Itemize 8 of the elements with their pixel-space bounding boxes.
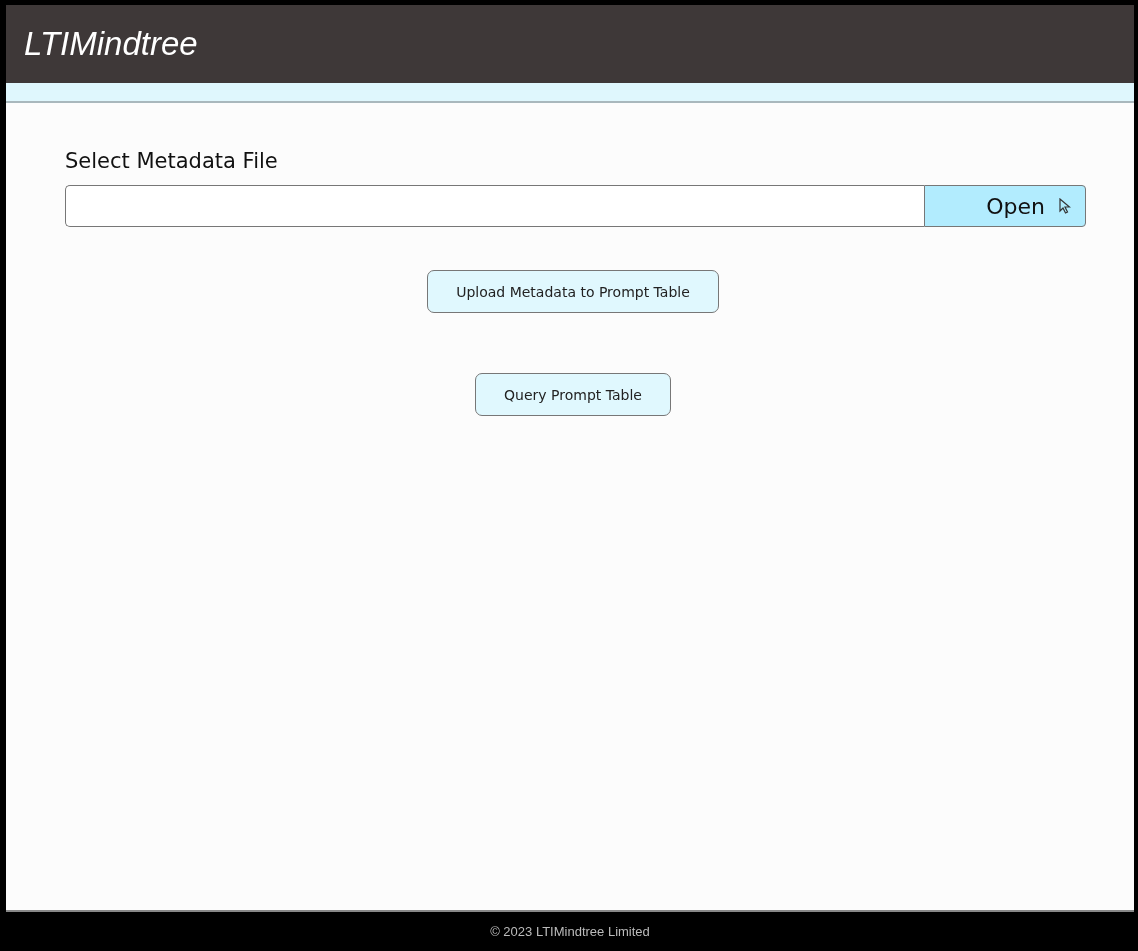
logo: LTIMindtree [24, 25, 198, 63]
copyright-text: © 2023 LTIMindtree Limited [490, 924, 650, 939]
pointer-icon [1059, 198, 1071, 214]
action-button[interactable]: Query Prompt Table [475, 373, 671, 416]
open-button[interactable]: Open [924, 185, 1086, 227]
action-button[interactable]: Upload Metadata to Prompt Table [427, 270, 719, 313]
field-label: Select Metadata File [65, 149, 279, 173]
file-path-field[interactable] [65, 185, 924, 227]
